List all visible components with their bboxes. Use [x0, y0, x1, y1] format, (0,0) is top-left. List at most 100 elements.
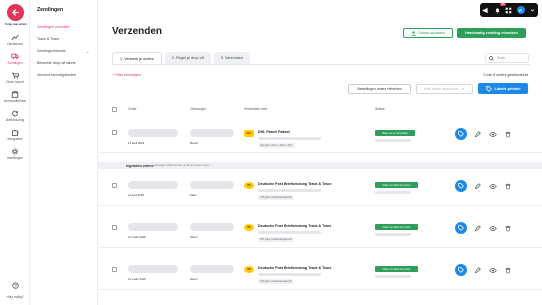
- cart-icon: [11, 72, 19, 79]
- submenu-item-track-trace[interactable]: Track & Trace: [37, 37, 59, 41]
- help-button[interactable]: Hulp nodig?: [0, 276, 30, 299]
- order-date: 11 april 2025: [128, 193, 144, 197]
- order-placeholder: [128, 129, 178, 137]
- edit-icon[interactable]: [473, 130, 481, 138]
- receiver-placeholder: [190, 181, 234, 189]
- tab-divider: [112, 64, 530, 65]
- eye-icon[interactable]: [489, 182, 497, 190]
- row-checkbox[interactable]: [112, 225, 117, 230]
- truck-icon: [11, 53, 19, 60]
- rail-item-order-import[interactable]: Order import: [0, 72, 30, 84]
- carrier-logo: DHL: [244, 130, 254, 137]
- status-placeholder: [375, 139, 411, 142]
- section-header: Ingeladen orders (verborgen orders komen…: [98, 162, 542, 169]
- submenu-item-zendingen-overzicht[interactable]: Zendingen overzicht: [37, 25, 69, 29]
- chevron-down-icon[interactable]: ⌄: [86, 49, 89, 54]
- top-toolbar: 99+ R: [480, 3, 538, 17]
- manual-shipment-button[interactable]: Handmatig zending inboeken: [457, 28, 526, 38]
- order-date: 14 april 2025: [128, 141, 145, 145]
- select-all-checkbox[interactable]: [112, 107, 117, 112]
- rail-item-voorraadbeheer[interactable]: Voorraadbeheer: [0, 91, 30, 103]
- edit-icon[interactable]: [473, 224, 481, 232]
- rail-item-label: Order import: [6, 80, 24, 84]
- tag-icon: [458, 131, 464, 137]
- package-meta: 275 gram, briefsendungsrecht: [258, 195, 294, 200]
- submenu-item-zendingenhistorie[interactable]: Zendingenhistorie: [37, 49, 66, 53]
- status-badge: Klaar om label te printen: [375, 266, 418, 272]
- search-icon: [489, 55, 494, 61]
- rail-item-boekhouding[interactable]: Boekhouding: [0, 110, 30, 122]
- eye-icon[interactable]: [489, 266, 497, 274]
- add-filter-link[interactable]: + Filter toevoegen: [112, 73, 141, 77]
- chevron-down-icon[interactable]: [528, 6, 536, 14]
- back-to-admin-button[interactable]: Terug naar admin: [5, 4, 27, 26]
- rail-item-instellingen[interactable]: Instellingen: [0, 148, 30, 160]
- print-label-button[interactable]: [455, 264, 467, 276]
- rail-item-integraties[interactable]: Integraties: [0, 129, 30, 141]
- rail-item-label: Dashboard: [7, 42, 23, 46]
- rail-item-label: Integraties: [7, 137, 23, 141]
- megaphone-icon[interactable]: [482, 6, 490, 14]
- address-placeholder: [258, 231, 321, 234]
- carrier-name: Deutsche Post Briefsendung Track & Trace: [258, 266, 332, 270]
- bulk-action-select[interactable]: Bulk delete verzenden: [416, 84, 473, 94]
- column-shipping: Verzenden met: [244, 107, 267, 111]
- submenu-item-verzend-benodigdheden[interactable]: Verzend benodigdheden: [37, 73, 76, 77]
- help-label: Hulp nodig?: [6, 295, 24, 299]
- tab-verwerk-orders[interactable]: 1. Verwerk je orders: [112, 52, 162, 64]
- bell-icon[interactable]: 99+: [493, 3, 507, 14]
- rail-item-label: Zendingen: [7, 61, 23, 65]
- eye-icon[interactable]: [489, 130, 497, 138]
- carrier-logo: DP: [244, 224, 254, 231]
- tab-drop-off[interactable]: 2. Regel je drop off: [164, 52, 211, 64]
- upload-orders-button[interactable]: Orders uploaden: [403, 28, 453, 38]
- order-placeholder: [128, 265, 178, 273]
- carrier-name: Deutsche Post Briefsendung Track & Trace: [258, 182, 332, 186]
- eye-icon[interactable]: [489, 224, 497, 232]
- table-row[interactable]: 11 maart 2025 Weert DP Deutsche Post Bri…: [98, 254, 542, 290]
- rail-item-dashboard[interactable]: Dashboard: [0, 34, 30, 46]
- status-badge: Klaar om label te printen: [375, 224, 418, 230]
- print-labels-button[interactable]: Labels printen: [478, 83, 528, 94]
- table-header: Order Ontvanger Verzenden met Status: [98, 107, 542, 115]
- trash-icon[interactable]: [504, 130, 512, 138]
- edit-icon[interactable]: [473, 266, 481, 274]
- table-row[interactable]: 11 maart 2025 Weert DP Deutsche Post Bri…: [98, 212, 542, 248]
- rail-item-zendingen[interactable]: Zendingen: [0, 53, 30, 65]
- table-row[interactable]: 11 april 2025 Parle DP Deutsche Post Bri…: [98, 170, 542, 206]
- avatar[interactable]: R: [516, 6, 525, 14]
- status-badge: Klaar om label te printen: [375, 182, 418, 188]
- order-placeholder: [128, 181, 178, 189]
- refresh-orders-button[interactable]: Bestellingen orders refreshen: [348, 84, 411, 94]
- table-row[interactable]: 14 april 2025 Boxtel DHL DHL Parcel Pakk…: [98, 117, 542, 153]
- carrier-name: Deutsche Post Briefsendung Track & Trace: [258, 224, 332, 228]
- rail-item-label: Instellingen: [6, 156, 24, 160]
- trash-icon[interactable]: [504, 224, 512, 232]
- status-badge: Klaar om te verzenden: [375, 130, 415, 136]
- rail-item-label: Boekhouding: [5, 118, 25, 122]
- submenu-item-drop-off-labels[interactable]: Bewerkte drop-off labels: [37, 61, 76, 65]
- address-placeholder: [258, 189, 321, 192]
- tabs: 1. Verwerk je orders 2. Regel je drop of…: [112, 52, 251, 64]
- receiver-placeholder: [190, 223, 234, 231]
- print-label-button[interactable]: [455, 128, 467, 140]
- app-root: Terug naar admin Dashboard Zendingen Ord…: [0, 0, 542, 305]
- upload-icon: [411, 30, 416, 36]
- column-status: Status: [375, 107, 385, 111]
- row-checkbox[interactable]: [112, 183, 117, 188]
- receiver-city: Weert: [190, 235, 198, 239]
- grid-icon[interactable]: [505, 6, 513, 14]
- gear-icon: [11, 148, 19, 155]
- search-input[interactable]: Zoek: [485, 53, 529, 63]
- trash-icon[interactable]: [504, 266, 512, 274]
- print-label-button[interactable]: [455, 222, 467, 234]
- tag-icon: [458, 183, 464, 189]
- status-placeholder: [375, 275, 411, 278]
- tab-verzonden[interactable]: 3. Verzonden: [213, 52, 251, 64]
- print-label-button[interactable]: [455, 180, 467, 192]
- row-checkbox[interactable]: [112, 267, 117, 272]
- edit-icon[interactable]: [473, 182, 481, 190]
- trash-icon[interactable]: [504, 182, 512, 190]
- row-checkbox[interactable]: [112, 130, 117, 135]
- chevron-down-icon: [461, 87, 465, 90]
